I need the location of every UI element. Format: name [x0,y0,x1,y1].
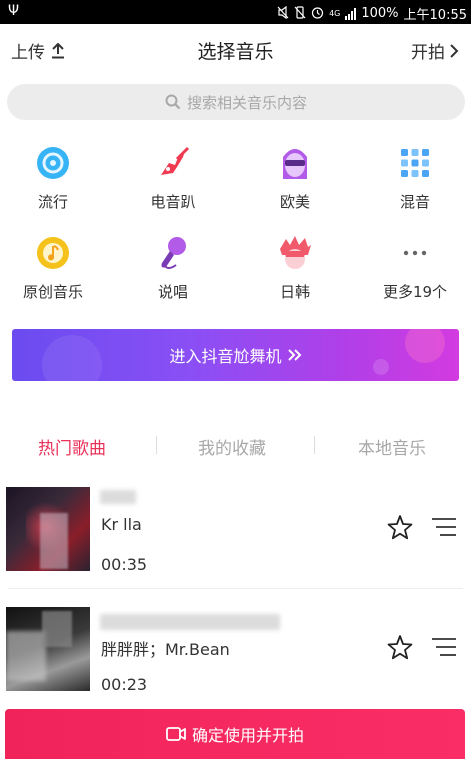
no-vibrate-icon [294,5,306,22]
video-camera-icon [166,727,186,741]
favorite-star-icon[interactable] [387,634,413,660]
confirm-label: 确定使用并开拍 [191,726,304,745]
dance-machine-banner[interactable]: 进入抖音尬舞机 [12,329,459,381]
more-icon [397,235,433,271]
tab-local-music[interactable]: 本地音乐 [358,434,426,459]
song-title: Kr lla [101,515,142,534]
grid-dots-icon [397,145,433,181]
mute-icon [277,5,289,22]
album-cover [6,607,90,691]
category-label: 混音 [399,193,430,211]
song-item[interactable]: 胖胖胖；Mr.Bean 00:23 [0,598,471,708]
microphone-icon [155,235,191,271]
category-label: 说唱 [157,283,188,301]
page-title: 选择音乐 [197,41,274,63]
guitar-icon [155,145,191,181]
category-rap[interactable]: 说唱 [118,235,228,302]
top-bar: 上传 选择音乐 开拍 [0,24,471,74]
song-item[interactable]: Kr lla 00:35 [0,478,471,588]
face-sunglasses-icon [277,145,313,181]
banner-label: 进入抖音尬舞机 [169,347,282,366]
song-menu-icon[interactable] [431,516,457,538]
favorite-star-icon[interactable] [387,514,413,540]
alarm-icon [311,6,324,22]
search-placeholder: 搜索相关音乐内容 [186,93,307,112]
category-label: 流行 [37,193,68,211]
category-original[interactable]: 原创音乐 [0,235,108,302]
category-pop[interactable]: 流行 [0,145,108,212]
song-duration: 00:35 [101,555,148,574]
category-edm[interactable]: 电音趴 [118,145,228,212]
category-label: 电音趴 [150,193,196,211]
disc-icon [35,145,71,181]
confirm-use-and-shoot-button[interactable]: 确定使用并开拍 [5,709,465,759]
music-tabs: 热门歌曲 我的收藏 本地音乐 [0,420,471,470]
spiky-hair-icon [277,235,313,271]
network-type: 4G [329,9,341,18]
song-menu-icon[interactable] [431,636,457,658]
category-western[interactable]: 欧美 [240,145,350,212]
tab-favorites[interactable]: 我的收藏 [198,434,266,459]
battery-level: 100% [361,6,399,21]
shoot-button[interactable]: 开拍 [411,38,459,63]
category-label: 日韩 [279,283,310,301]
shoot-label: 开拍 [411,43,445,63]
chevron-right-icon [450,43,459,58]
usb-icon: Ψ [8,3,20,19]
music-note-icon [35,235,71,271]
search-icon [165,94,181,110]
clock-time: 上午10:55 [403,8,467,23]
category-more[interactable]: 更多19个 [360,235,470,302]
double-chevron-right-icon [287,349,301,361]
category-remix[interactable]: 混音 [360,145,470,212]
status-bar: Ψ 4G 100% 上午10:55 [0,0,471,24]
search-bar[interactable]: 搜索相关音乐内容 [7,84,465,120]
song-title: 胖胖胖；Mr.Bean [101,640,230,659]
album-cover [6,487,90,571]
category-label: 原创音乐 [22,283,83,301]
song-duration: 00:23 [101,675,148,694]
category-label: 更多19个 [382,283,448,301]
category-label: 欧美 [279,193,310,211]
tab-hot-songs[interactable]: 热门歌曲 [38,434,106,459]
category-jpkr[interactable]: 日韩 [240,235,350,302]
signal-icon [345,7,357,20]
